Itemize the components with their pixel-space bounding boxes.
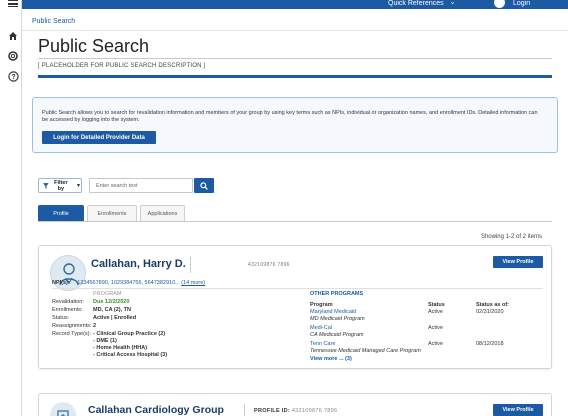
tab-enrollments[interactable]: Enrollments [87,205,137,222]
filter-icon [43,182,49,189]
reassignments-row: Reassignments: 2 [52,323,96,330]
other-program-row: Medi-Cal CA Medicaid Program [310,325,364,338]
name-divider [190,257,191,273]
other-programs-heading: OTHER PROGRAMS [310,291,364,297]
npis-label: NPI(s): [52,280,70,286]
revalidation-label: Revalidation: [52,299,84,305]
program-subtitle: Tennessee Medicaid Managed Care Program [310,347,421,354]
filter-by-label: Filter by [54,179,68,192]
program-status: Active [428,341,443,347]
provider-name[interactable]: Callahan Cardiology Group [88,404,224,416]
npi-divider [52,288,543,289]
npi-row: NPI(s): 1234567890, 1029384756, 56473829… [52,280,205,286]
user-icon[interactable] [494,0,505,8]
breadcrumb-divider [22,30,568,31]
title-accent-bar [38,75,552,78]
svg-text:?: ? [11,74,15,81]
page-description: [ PLACEHOLDER FOR PUBLIC SEARCH DESCRIPT… [38,63,206,69]
other-program-row: Tenn Care Tennessee Medicaid Managed Car… [310,341,421,354]
profile-id: 432109876 7896 [248,262,290,268]
caret-down-icon: ▼ [76,182,81,189]
col-program: Program [310,302,333,308]
record-types-row: Record Type(s): - Clinical Group Practic… [52,331,167,359]
col-status-as-of: Status as of: [476,302,510,308]
login-detailed-data-button[interactable]: Login for Detailed Provider Data [42,131,156,144]
status-value: Active | Enrolled [93,315,137,321]
search-input[interactable] [89,178,193,193]
tab-profile[interactable]: Profile [38,205,84,222]
status-label: Status: [52,315,70,321]
chevron-down-icon: ⌄ [449,0,456,6]
quick-references-menu[interactable]: Quick References ⌄ [388,0,456,9]
record-type-item: - Clinical Group Practice (2) [93,331,166,337]
program-subtitle: MD Medicaid Program [310,315,365,322]
other-program-row: Maryland Medicaid MD Medicaid Program [310,309,365,322]
top-bar: Quick References ⌄ Login [0,0,568,9]
npis-value: 1234567890, 1029384756, 5647382910... [77,280,180,286]
info-text: Public Search allows you to search for r… [42,110,538,123]
col-status: Status [428,302,445,308]
view-profile-button[interactable]: View Profile [493,404,543,416]
record-type-item: - Home Health (HHA) [93,345,148,351]
profile-id: 432109876 7896 [291,408,338,414]
result-card: Callahan Cardiology Group PROFILE ID: 43… [38,393,552,416]
profile-id-row: PROFILE ID: 432109876 7896 [254,408,337,414]
record-type-item: - DME (1) [93,338,117,344]
quick-references-label: Quick References [388,0,444,7]
record-type-item: - Critical Access Hospital (3) [93,352,168,358]
revalidation-row: Revalidation: Due 12/2/2020 [52,299,129,306]
npis-more-link[interactable]: (14 more) [181,280,205,286]
name-divider [244,404,245,416]
reassignments-value: 2 [93,323,97,329]
menu-icon[interactable] [8,0,18,7]
title-divider [38,58,552,59]
search-button[interactable] [194,178,214,193]
help-icon[interactable]: ? [7,70,19,82]
profile-id-label: PROFILE ID: [254,408,290,414]
building-icon [50,402,76,416]
program-status: Active [428,325,443,331]
enrollments-row: Enrollments: MD, CA (2), TN [52,307,131,314]
left-nav: ? [0,0,22,416]
login-link[interactable]: Login [513,0,530,7]
reassignments-label: Reassignments: [52,323,92,329]
tab-divider [38,221,552,222]
provider-name[interactable]: Callahan, Harry D. [91,258,186,270]
program-status: Active [428,309,443,315]
breadcrumb[interactable]: Public Search [32,18,75,25]
program-heading: PROGRAM [93,291,122,297]
view-more-link[interactable]: View more ... (3) [310,356,352,362]
program-status-date: 08/12/2018 [476,341,504,347]
info-panel: Public Search allows you to search for r… [32,97,558,153]
results-summary: Showing 1-2 of 2 items [480,234,542,240]
lifebuoy-icon[interactable] [7,50,19,62]
search-icon [200,181,208,190]
program-status-date: 02/31/2020 [476,309,504,315]
revalidation-value: Due 12/2/2020 [93,299,130,305]
enrollments-label: Enrollments: [52,307,83,313]
status-row: Status: Active | Enrolled [52,315,136,322]
home-icon[interactable] [7,30,19,42]
view-profile-button[interactable]: View Profile [493,256,543,268]
filter-by-dropdown[interactable]: Filter by ▼ [38,178,82,193]
record-types-label: Record Type(s): [52,331,92,337]
enrollments-value: MD, CA (2), TN [93,307,131,313]
result-card: Callahan, Harry D. 432109876 7896 View P… [38,245,552,369]
tab-applications[interactable]: Applications [140,205,185,222]
program-subtitle: CA Medicaid Program [310,331,364,338]
page-title: Public Search [38,36,150,56]
